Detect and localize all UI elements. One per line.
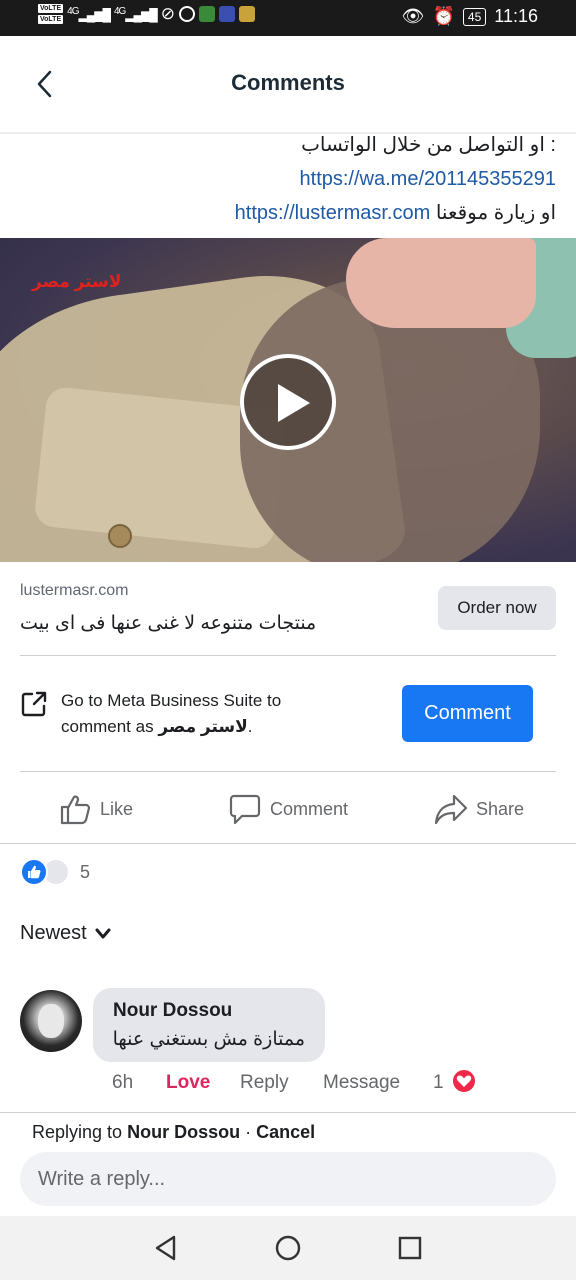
eye-icon: 👁: [401, 6, 425, 26]
comment-bubble[interactable]: Nour Dossou ممتازة مش بستغني عنها: [93, 988, 325, 1062]
avatar-face: [38, 1004, 64, 1038]
meta-prompt-prefix: comment as: [61, 717, 154, 736]
comment-body: ممتازة مش بستغني عنها: [112, 1029, 305, 1050]
link-description: منتجات متنوعه لا غنى عنها فى اى بيت: [20, 613, 317, 634]
like-button[interactable]: Like: [58, 792, 133, 826]
video-player[interactable]: لاستر مصر: [0, 238, 576, 562]
meta-prompt-suffix: .: [247, 717, 253, 736]
battery-icon: 45: [462, 7, 487, 26]
replying-separator: ·: [240, 1122, 257, 1142]
back-triangle-icon[interactable]: [150, 1232, 182, 1264]
replying-prefix: Replying to: [32, 1122, 123, 1142]
link-preview-card[interactable]: lustermasr.com منتجات متنوعه لا غنى عنها…: [0, 562, 576, 654]
play-icon: [278, 384, 310, 422]
order-now-button[interactable]: Order now: [438, 586, 556, 630]
app-notification-icon: [199, 6, 216, 22]
post-line-3-prefix: او زيارة موقعنا: [435, 202, 556, 224]
replying-to-bar: Replying to Nour Dossou · Cancel: [32, 1122, 315, 1143]
reply-input[interactable]: [20, 1152, 556, 1206]
alarm-icon: ⏰: [432, 6, 455, 26]
signal-2-icon: 4G▂▄▆█: [113, 6, 158, 22]
sort-dropdown[interactable]: Newest: [20, 922, 111, 945]
divider: [20, 655, 556, 656]
game-app-icon: [219, 6, 236, 22]
post-actions: Like Comment Share: [0, 772, 576, 844]
reaction-count: 5: [80, 861, 91, 882]
comment-time: 6h: [112, 1072, 134, 1093]
reply-button[interactable]: Reply: [240, 1072, 289, 1094]
reactions-summary[interactable]: 5: [20, 858, 90, 886]
comment-author[interactable]: Nour Dossou: [113, 1000, 232, 1022]
love-reaction-button[interactable]: Love: [166, 1072, 210, 1094]
thumbs-up-icon: [60, 795, 91, 825]
cancel-reply-button[interactable]: Cancel: [256, 1122, 315, 1142]
signal-1-icon: 4G▂▄▆█: [67, 6, 111, 22]
volte-indicators: VoLTE VoLTE: [38, 4, 64, 24]
video-button-shape: [108, 524, 132, 548]
meta-business-prompt: Go to Meta Business Suite to comment as …: [61, 688, 361, 740]
share-arrow-icon: [434, 794, 468, 825]
whatsapp-link[interactable]: https://wa.me/201145355291: [300, 168, 556, 190]
meta-page-name: لاستر مصر: [158, 717, 248, 736]
video-hand-shape: [346, 238, 536, 328]
sort-label: Newest: [20, 922, 87, 944]
page-title: Comments: [231, 70, 345, 95]
chevron-down-icon: [95, 928, 111, 938]
play-button[interactable]: [240, 354, 336, 450]
comment-bubble-icon: [229, 794, 261, 825]
comment-action-button[interactable]: Comment: [228, 792, 348, 826]
circle-app-icon: [179, 6, 196, 22]
meta-prompt-line-1: Go to Meta Business Suite to: [61, 691, 282, 710]
avatar[interactable]: [20, 990, 82, 1052]
system-nav-bar: [0, 1216, 576, 1280]
external-link-icon: [21, 691, 47, 717]
clock: 11:16: [494, 6, 538, 26]
gallery-app-icon: [239, 6, 256, 22]
site-link[interactable]: https://lustermasr.com: [235, 202, 431, 224]
heart-icon[interactable]: [451, 1068, 477, 1094]
volte-badge-1: VoLTE: [38, 4, 64, 13]
share-label: Share: [476, 798, 525, 819]
like-reaction-icon: [20, 858, 48, 886]
video-watermark: لاستر مصر: [32, 272, 122, 291]
status-right: 👁 ⏰ 45 11:16: [402, 6, 538, 27]
post-line-1: او التواصل من خلال الواتساب :: [301, 134, 556, 156]
comment-action-label: Comment: [270, 798, 349, 819]
post-text: او التواصل من خلال الواتساب : https://wa…: [16, 128, 556, 230]
dnd-icon: ⊘: [160, 4, 176, 23]
replying-name: Nour Dossou: [127, 1122, 241, 1142]
share-button[interactable]: Share: [434, 792, 524, 826]
header: Comments: [0, 36, 576, 132]
recents-square-icon[interactable]: [394, 1232, 426, 1264]
like-label: Like: [100, 798, 134, 819]
status-bar: VoLTE VoLTE 4G▂▄▆█ 4G▂▄▆█ ⊘ 👁 ⏰ 45 11:16: [0, 0, 576, 36]
divider: [0, 843, 576, 844]
comment-button[interactable]: Comment: [402, 685, 533, 742]
divider: [0, 1112, 576, 1113]
home-circle-icon[interactable]: [272, 1232, 304, 1264]
message-button[interactable]: Message: [323, 1072, 400, 1094]
post-line-3: https://lustermasr.com او زيارة موقعنا: [16, 196, 556, 230]
meta-prompt-line-2: comment as لاستر مصر.: [61, 714, 361, 740]
volte-badge-2: VoLTE: [38, 15, 64, 24]
link-domain: lustermasr.com: [20, 582, 129, 599]
comment-reaction-count: 1: [433, 1072, 444, 1093]
status-left: VoLTE VoLTE 4G▂▄▆█ 4G▂▄▆█ ⊘: [38, 4, 256, 24]
